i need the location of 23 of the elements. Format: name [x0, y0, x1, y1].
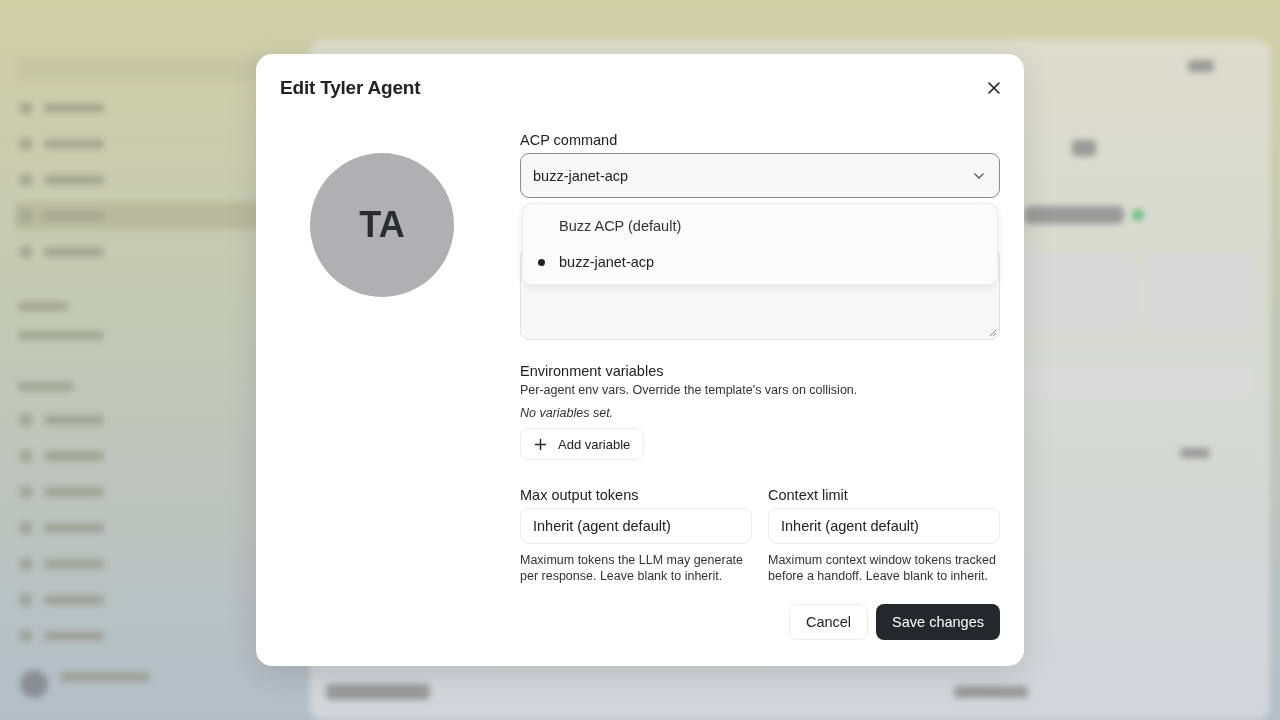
- field-label: Max output tokens: [520, 486, 640, 504]
- field-label: ACP command: [520, 131, 619, 149]
- close-icon: [988, 82, 1000, 94]
- section-title: Environment variables: [520, 362, 665, 380]
- dropdown-option[interactable]: Buzz ACP (default): [523, 208, 997, 244]
- cancel-button[interactable]: Cancel: [788, 604, 869, 640]
- chevron-icon: [973, 171, 985, 180]
- dialog-title: Edit Tyler Agent: [280, 77, 421, 99]
- bullet-icon: [537, 258, 545, 266]
- resize-grip-icon[interactable]: [989, 329, 997, 337]
- empty-state-text: No variables set.: [520, 406, 615, 420]
- help-text: Maximum tokens the LLM may generate per response. Leave blank to inherit.: [520, 552, 745, 584]
- section-description: Per-agent env vars. Override the template's vars on collision.: [520, 383, 859, 397]
- add-variable-button[interactable]: Add variable: [520, 428, 645, 460]
- input-field[interactable]: Inherit (agent default): [768, 508, 1000, 544]
- plus-icon: [535, 438, 546, 450]
- field-label: Context limit: [768, 486, 849, 504]
- help-text: Maximum context window tokens tracked before a handoff. Leave blank to inherit.: [768, 552, 997, 584]
- dropdown-option[interactable]: buzz-janet-acp: [523, 244, 997, 280]
- avatar: TA: [310, 153, 454, 297]
- input-field[interactable]: Inherit (agent default): [520, 508, 752, 544]
- command-select[interactable]: buzz-janet-acp: [520, 153, 1000, 198]
- save-button[interactable]: Save changes: [876, 604, 1000, 640]
